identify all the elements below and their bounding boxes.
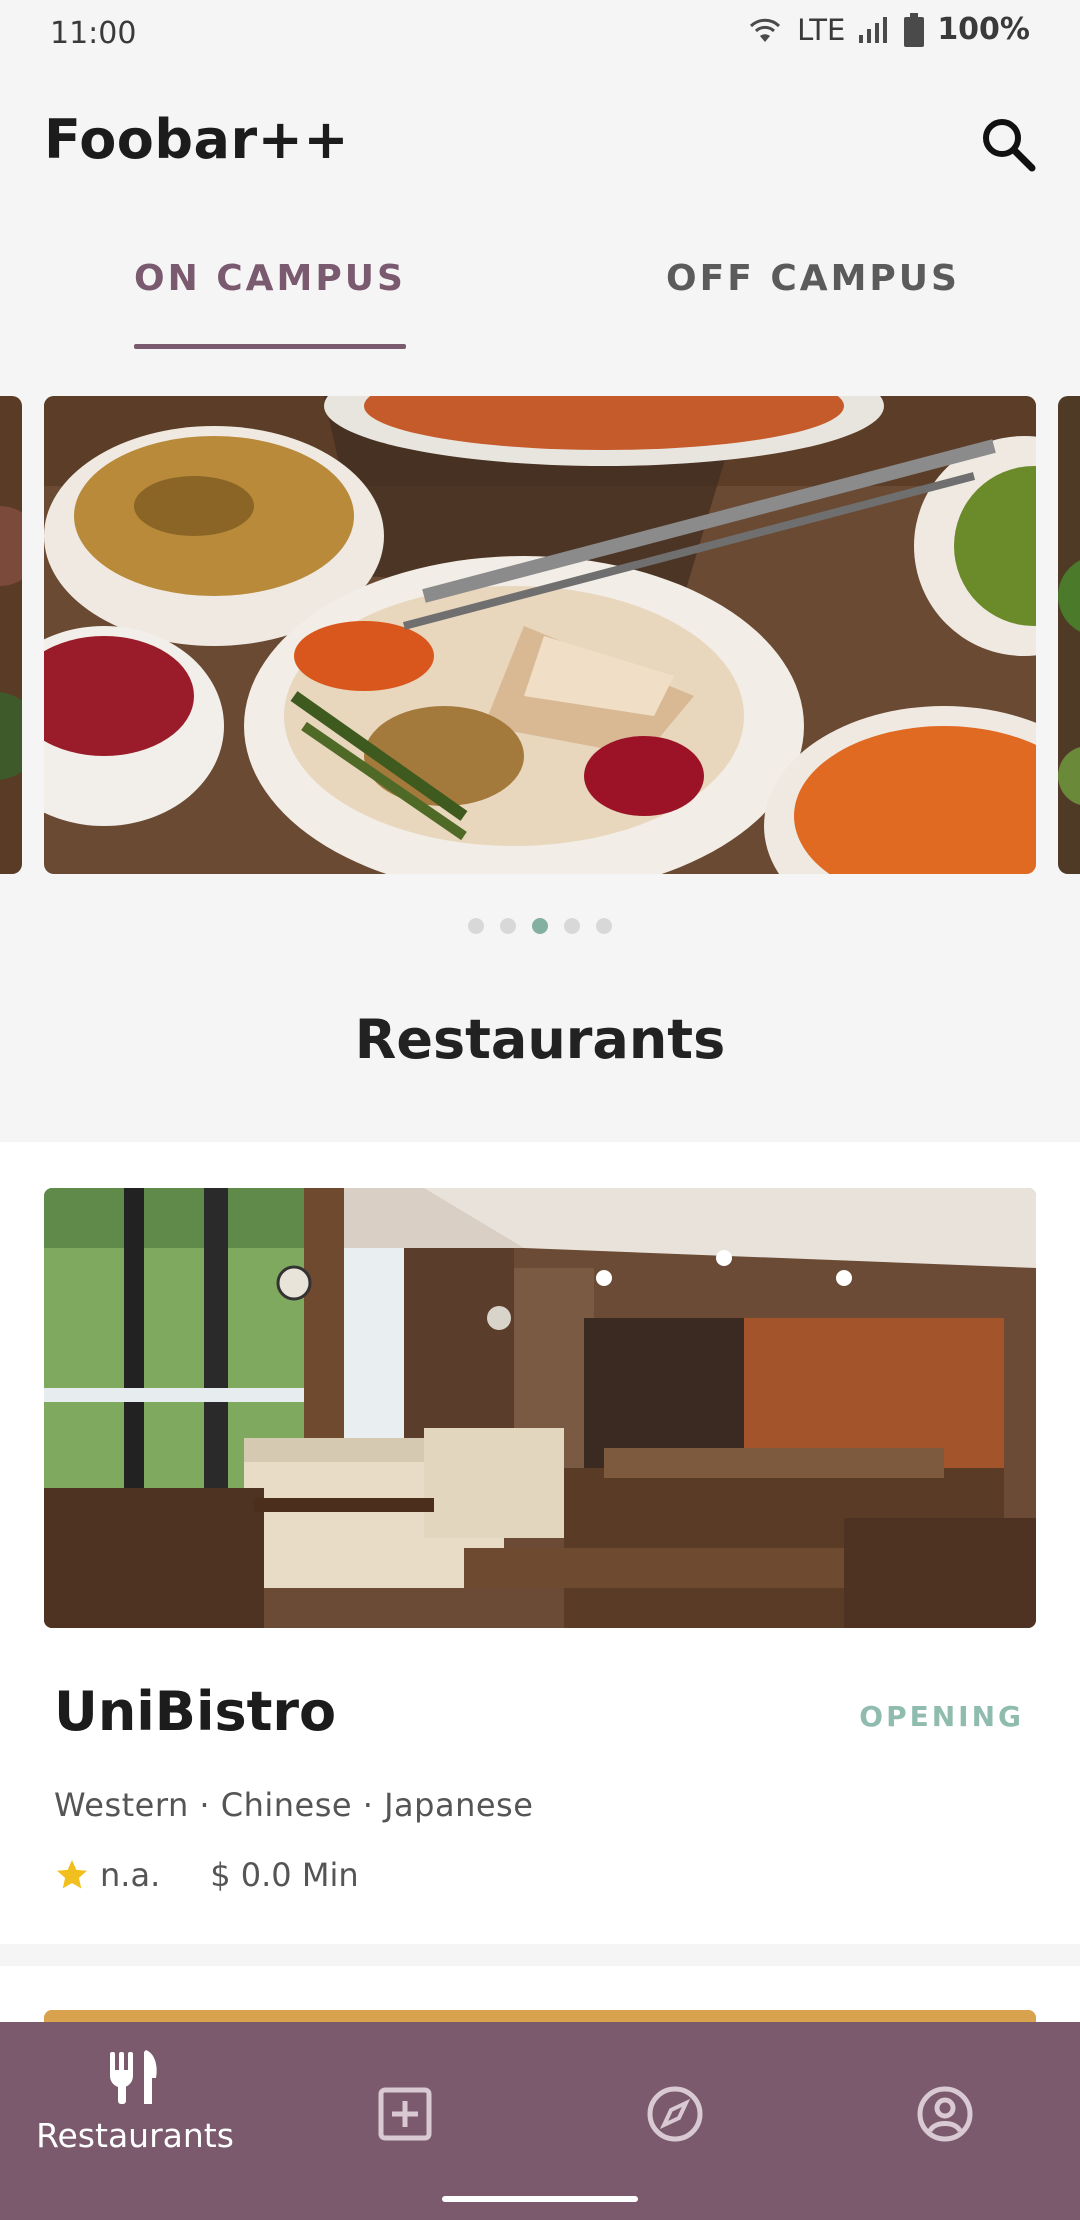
tab-indicator (134, 344, 406, 349)
carousel-pager (0, 918, 1080, 934)
fork-knife-icon (110, 2050, 157, 2104)
section-title: Restaurants (354, 1008, 726, 1071)
carousel-dot[interactable] (564, 918, 580, 934)
nav-item-profile[interactable] (810, 2022, 1080, 2220)
app-bar: Foobar++ (0, 104, 1080, 184)
search-button[interactable] (976, 112, 1040, 176)
status-time: 11:00 (50, 16, 137, 51)
battery-icon (904, 12, 925, 47)
home-indicator[interactable] (442, 2196, 638, 2202)
status-bar: 11:00 LTE 100% (0, 0, 1080, 66)
restaurant-interior-image (44, 1188, 1036, 1628)
bottom-navigation: Restaurants (0, 2022, 1080, 2220)
restaurant-min-price: $ 0.0 Min (210, 1856, 359, 1894)
compass-icon (647, 2086, 703, 2142)
carousel-slide-previous[interactable] (0, 396, 22, 874)
tab-off-campus[interactable]: OFF CAMPUS (666, 258, 960, 299)
nav-label-restaurants: Restaurants (36, 2116, 234, 2155)
nav-item-explore[interactable] (540, 2022, 810, 2220)
carousel-slide-next[interactable] (1058, 396, 1080, 874)
account-circle-icon (917, 2086, 973, 2142)
carousel-dot[interactable] (468, 918, 484, 934)
app-title: Foobar++ (44, 108, 350, 171)
carousel-dot[interactable] (500, 918, 516, 934)
restaurant-rating: n.a. (100, 1856, 161, 1894)
restaurant-name: UniBistro (54, 1680, 337, 1743)
featured-carousel[interactable] (0, 396, 1080, 874)
thanksgiving-meal-image (44, 396, 1036, 874)
campus-tabs: ON CAMPUS OFF CAMPUS (0, 258, 1080, 352)
search-icon (983, 119, 1036, 172)
network-label: LTE (797, 12, 846, 47)
add-box-icon (378, 2087, 432, 2141)
status-indicators: LTE 100% (745, 12, 1030, 47)
carousel-dot[interactable] (532, 918, 548, 934)
star-icon (57, 1860, 87, 1889)
wifi-icon (750, 18, 781, 42)
signal-icon (859, 16, 888, 43)
status-badge: OPENING (859, 1700, 1024, 1733)
nav-item-restaurants[interactable]: Restaurants (0, 2022, 270, 2220)
restaurant-card[interactable]: UniBistro OPENING Western · Chinese · Ja… (0, 1142, 1080, 1944)
tab-on-campus[interactable]: ON CAMPUS (134, 258, 406, 299)
battery-percent: 100% (937, 12, 1030, 47)
carousel-slide-image[interactable] (44, 396, 1036, 874)
restaurant-cuisines: Western · Chinese · Japanese (54, 1786, 534, 1824)
nav-item-add[interactable] (270, 2022, 540, 2220)
restaurant-meta: n.a. $ 0.0 Min (54, 1856, 359, 1894)
carousel-dot[interactable] (596, 918, 612, 934)
restaurant-image (44, 1188, 1036, 1628)
